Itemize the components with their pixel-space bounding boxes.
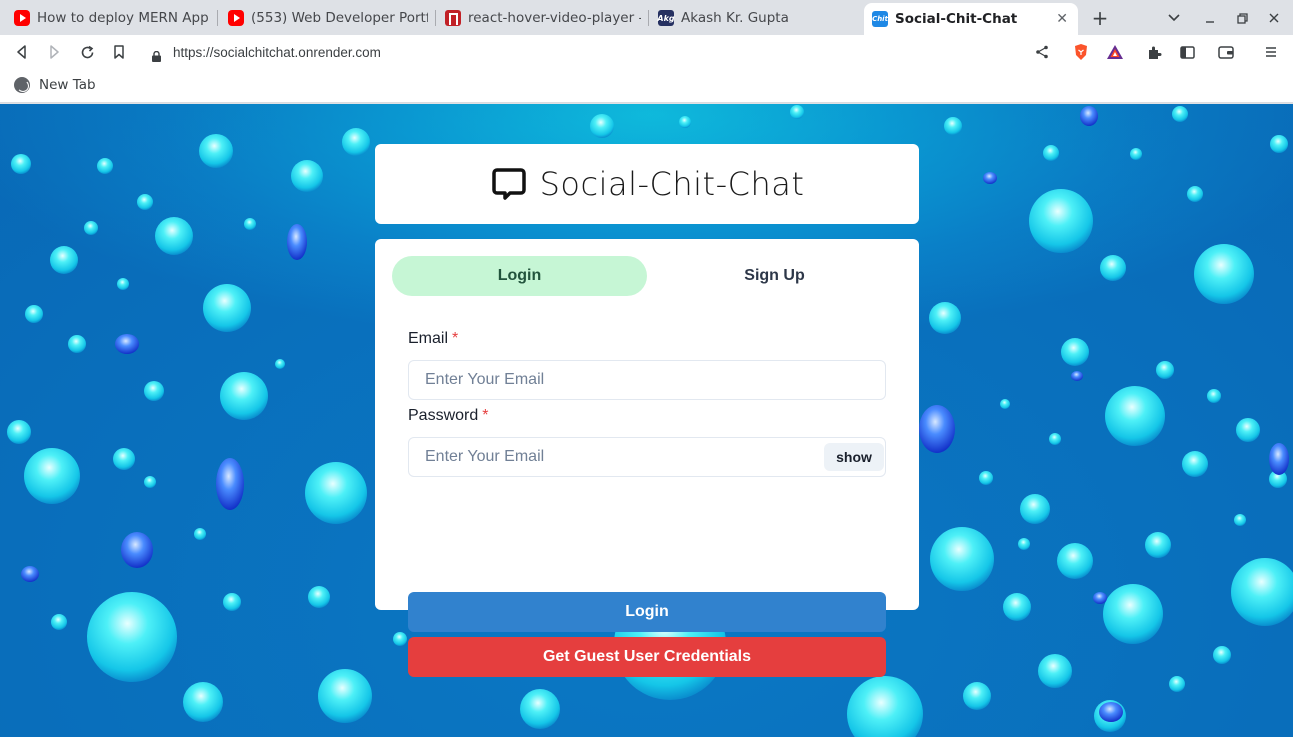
password-label-text: Password [408,407,479,424]
app-header: Social-Chit-Chat [375,144,919,224]
brave-rewards-icon[interactable] [1103,40,1127,64]
akg-icon: Akg [657,10,675,26]
menu-icon[interactable] [1259,40,1283,64]
browser-tab-title: (553) Web Developer Portf [251,10,428,26]
tab-login[interactable]: Login [392,256,647,296]
restore-icon[interactable] [1230,6,1254,30]
youtube-icon [14,10,30,26]
tab-sign-up[interactable]: Sign Up [647,256,902,296]
login-button[interactable]: Login [408,592,886,632]
browser-toolbar: https://socialchitchat.onrender.com [0,35,1293,69]
back-icon[interactable] [10,40,34,64]
browser-tab-title: How to deploy MERN App [37,10,209,26]
browser-tab-title: Social-Chit-Chat [895,11,1018,27]
browser-tab[interactable]: react-hover-video-player - [437,3,649,33]
bookmarks-bar: New Tab [0,69,1293,103]
email-label-text: Email [408,330,449,347]
youtube-icon [228,10,244,26]
password-label: Password * [408,407,488,425]
chat-bubble-icon [490,165,528,203]
page-background: Social-Chit-Chat Login Sign Up Email* Pa… [0,104,1293,737]
browser-tab-title: Akash Kr. Gupta [681,10,789,26]
email-label: Email * [408,330,458,348]
show-password-button[interactable]: show [824,443,884,471]
required-mark: * [482,407,489,424]
tab-search-icon[interactable] [1162,6,1186,30]
guest-credentials-button[interactable]: Get Guest User Credentials [408,637,886,677]
browser-tab-title: react-hover-video-player - [468,10,641,26]
share-icon[interactable] [1030,40,1054,64]
globe-icon [14,77,30,93]
forward-icon[interactable] [42,40,66,64]
browser-tab-active[interactable]: Chit Social-Chit-Chat ✕ [864,3,1078,35]
brave-shield-icon[interactable] [1069,40,1093,64]
password-input[interactable] [408,437,886,477]
url-text: https://socialchitchat.onrender.com [173,44,381,60]
bookmark-icon[interactable] [107,40,131,64]
browser-tab[interactable]: (553) Web Developer Portf [220,3,436,33]
auth-card: Login Sign Up Email* Password* show Logi… [375,239,919,677]
email-input[interactable] [408,360,886,400]
extensions-icon[interactable] [1142,40,1166,64]
browser-tab[interactable]: How to deploy MERN App [6,3,218,33]
reload-icon[interactable] [75,40,99,64]
required-mark: * [452,330,459,347]
chit-icon: Chit [872,11,888,27]
auth-tabs: Login Sign Up [392,256,902,296]
browser-tab-strip: How to deploy MERN App (553) Web Develop… [0,0,1293,35]
new-tab-icon[interactable]: + [1088,6,1112,30]
close-window-icon[interactable] [1262,6,1286,30]
wallet-icon[interactable] [1214,40,1238,64]
minimize-icon[interactable] [1198,6,1222,30]
sidebar-icon[interactable] [1175,40,1199,64]
browser-tab[interactable]: Akg Akash Kr. Gupta [650,3,862,33]
lock-icon [152,47,161,62]
app-title: Social-Chit-Chat [539,165,805,203]
address-bar[interactable]: https://socialchitchat.onrender.com [142,38,1062,66]
bookmark-new-tab[interactable]: New Tab [14,77,96,93]
bookmark-label: New Tab [39,77,96,93]
npm-icon [445,10,461,26]
close-tab-icon[interactable]: ✕ [1056,11,1068,27]
